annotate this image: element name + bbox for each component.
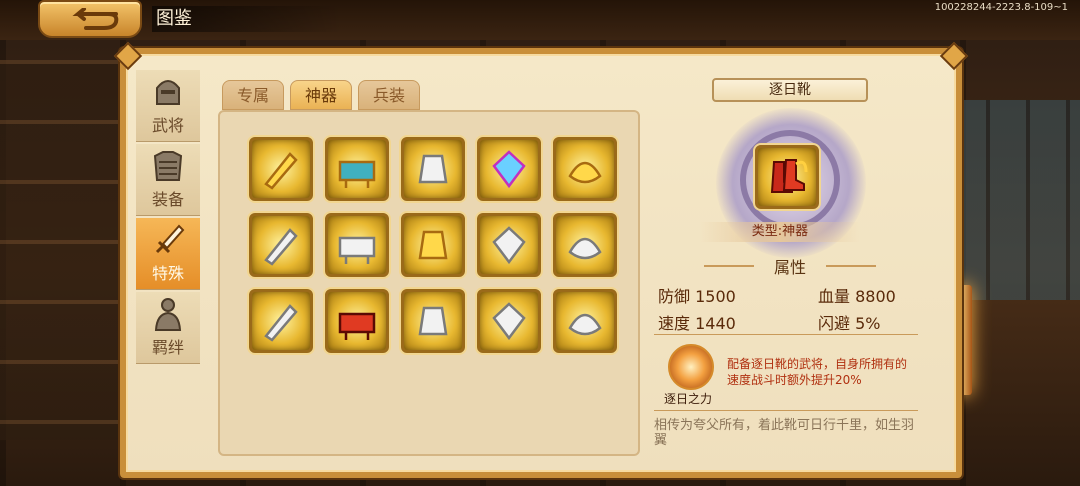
top-bar: 图鉴 100228244-2223.8-109~1 (0, 0, 1080, 40)
back-button[interactable] (38, 0, 142, 38)
artifact-slot[interactable] (325, 289, 389, 353)
artifact-type: 类型:神器 (700, 222, 860, 242)
silver-axe-icon (338, 236, 376, 264)
golden-sword-icon (264, 152, 298, 190)
artifact-name: 逐日靴 (712, 78, 868, 102)
artifact-slot[interactable] (553, 137, 617, 201)
armor-icon (153, 151, 183, 181)
back-arrow-icon (72, 8, 119, 30)
red-boots-icon (338, 312, 376, 340)
tab-weapons[interactable]: 兵装 (358, 80, 420, 110)
background-shutters-left (0, 60, 120, 440)
sidebar-item-label: 羁绊 (151, 338, 184, 357)
sidebar-item-label: 特殊 (151, 264, 184, 283)
category-sidebar: 武将 装备 特殊 羁绊 (136, 70, 200, 370)
silver-temple-icon (568, 237, 602, 260)
skill-fire-icon[interactable] (668, 344, 714, 390)
artifact-slot[interactable] (553, 289, 617, 353)
divider (654, 334, 918, 335)
sidebar-item-equipment[interactable]: 装备 (136, 144, 200, 216)
silver-bell-icon (418, 154, 448, 184)
treasure-cauldron-icon (338, 160, 376, 188)
artifact-slot[interactable] (477, 137, 541, 201)
selected-artifact-icon (755, 145, 819, 209)
rainbow-gem-icon (492, 150, 526, 189)
artifact-slot[interactable] (553, 213, 617, 277)
tab-artifacts[interactable]: 神器 (290, 80, 352, 110)
artifact-slot[interactable] (477, 213, 541, 277)
silver-pouch-icon (492, 302, 526, 341)
artifact-slot[interactable] (249, 213, 313, 277)
stat-hp: 血量 8800 (818, 287, 896, 306)
sidebar-item-generals[interactable]: 武将 (136, 70, 200, 142)
artifact-slot[interactable] (401, 289, 465, 353)
silver-tower-icon (492, 226, 526, 265)
red-boots-icon (770, 159, 808, 193)
silver-orb-icon (264, 228, 298, 266)
sidebar-item-label: 装备 (151, 190, 184, 209)
artifact-slot[interactable] (401, 213, 465, 277)
silver-mask-icon (568, 313, 602, 336)
artifact-slot[interactable] (249, 289, 313, 353)
sword-icon (155, 224, 185, 254)
silver-torch-icon (418, 306, 448, 336)
divider (654, 410, 918, 411)
golden-pagoda-icon (418, 230, 448, 260)
artifact-slot[interactable] (477, 289, 541, 353)
skill-name: 逐日之力 (664, 392, 713, 406)
lore-text: 相传为夸父所有，着此靴可日行千里，如生羽翼 (654, 418, 915, 448)
sidebar-item-special[interactable]: 特殊 (136, 218, 200, 290)
golden-bow-icon (568, 161, 602, 184)
attributes-heading: 属性 (700, 254, 880, 278)
sidebar-item-bonds[interactable]: 羁绊 (136, 292, 200, 364)
sidebar-item-label: 武将 (151, 116, 184, 135)
artifact-slot[interactable] (401, 137, 465, 201)
figure-icon (154, 298, 182, 331)
background-window-right (950, 100, 1080, 300)
helmet-icon (156, 80, 180, 105)
artifact-slot[interactable] (325, 137, 389, 201)
stat-speed: 速度 1440 (658, 314, 736, 333)
page-title: 图鉴 (152, 6, 342, 32)
tab-exclusive[interactable]: 专属 (222, 80, 284, 110)
stat-defense: 防御 1500 (658, 287, 736, 306)
silver-bow-icon (264, 304, 298, 342)
stat-dodge: 闪避 5% (818, 314, 881, 333)
skill-description: 配备逐日靴的武将，自身所拥有的速度战斗时额外提升20% (727, 357, 908, 387)
artifact-slot[interactable] (249, 137, 313, 201)
artifact-slot[interactable] (325, 213, 389, 277)
version-label: 100228244-2223.8-109~1 (934, 2, 1068, 13)
